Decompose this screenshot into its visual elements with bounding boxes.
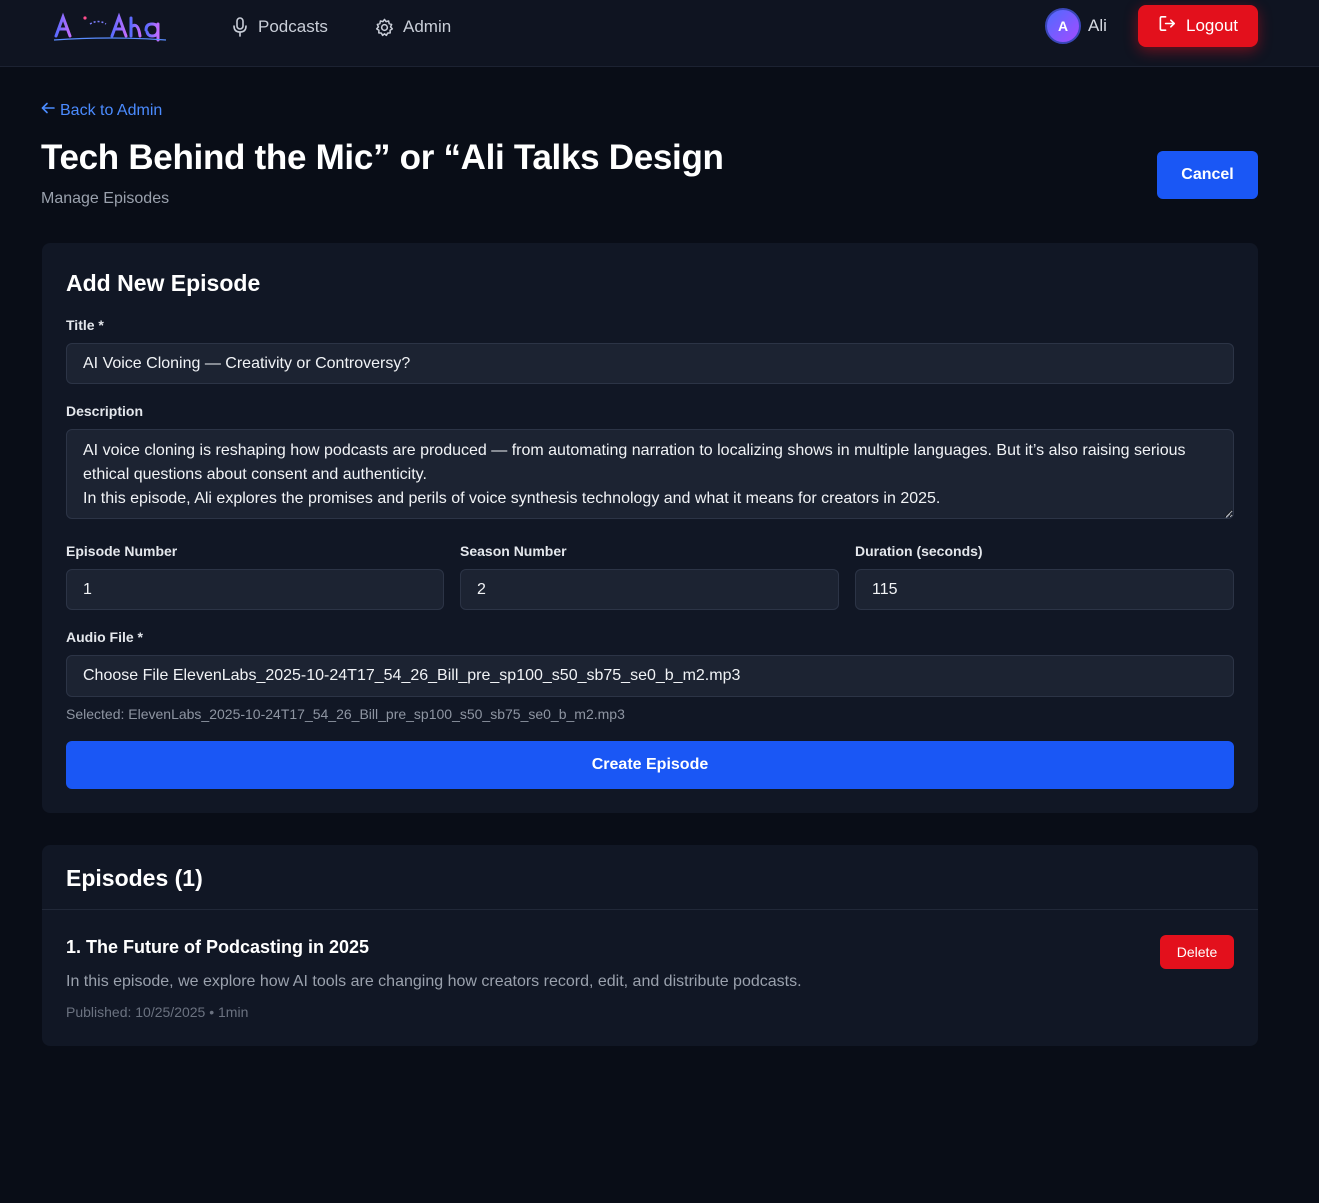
create-episode-button[interactable]: Create Episode xyxy=(66,741,1234,789)
microphone-icon xyxy=(231,17,249,37)
gear-icon xyxy=(375,18,394,37)
episode-number-input[interactable]: 1 xyxy=(66,569,444,610)
cancel-button[interactable]: Cancel xyxy=(1157,151,1258,199)
delete-episode-button[interactable]: Delete xyxy=(1160,935,1234,969)
audio-file-input[interactable]: Choose File ElevenLabs_2025-10-24T17_54_… xyxy=(66,655,1234,697)
back-link-label: Back to Admin xyxy=(60,101,163,119)
season-number-value: 2 xyxy=(477,580,486,598)
audio-file-label: Audio File * xyxy=(66,629,143,645)
arrow-left-icon xyxy=(41,101,55,120)
user-name: Ali xyxy=(1088,16,1107,35)
nav-label-podcasts: Podcasts xyxy=(258,17,328,36)
logout-button[interactable]: Logout xyxy=(1138,5,1258,47)
back-to-admin-link[interactable]: Back to Admin xyxy=(41,101,162,120)
duration-value: 115 xyxy=(872,580,898,598)
episode-number-value: 1 xyxy=(83,580,92,598)
logo[interactable] xyxy=(52,10,168,44)
top-navigation-bar: Podcasts Admin A Ali Logout xyxy=(0,0,1319,67)
nav-item-admin[interactable]: Admin xyxy=(375,15,451,39)
title-label: Title * xyxy=(66,317,104,333)
episode-title: 1. The Future of Podcasting in 2025 xyxy=(66,937,370,957)
episode-meta: Published: 10/25/2025 • 1min xyxy=(66,1004,249,1020)
episode-number-label: Episode Number xyxy=(66,543,178,559)
add-episode-panel: Add New Episode Title * AI Voice Cloning… xyxy=(42,243,1258,813)
season-number-label: Season Number xyxy=(460,543,567,559)
description-textarea[interactable]: AI voice cloning is reshaping how podcas… xyxy=(66,429,1234,519)
avatar[interactable]: A xyxy=(1045,8,1081,44)
title-input[interactable]: AI Voice Cloning — Creativity or Controv… xyxy=(66,343,1234,384)
duration-input[interactable]: 115 xyxy=(855,569,1234,610)
nav-label-admin: Admin xyxy=(403,17,452,36)
description-label: Description xyxy=(66,403,144,419)
duration-label: Duration (seconds) xyxy=(855,543,983,559)
episodes-panel: Episodes (1) 1. The Future of Podcasting… xyxy=(42,845,1258,1046)
season-number-input[interactable]: 2 xyxy=(460,569,839,610)
resize-handle-icon[interactable] xyxy=(1221,506,1231,518)
description-textarea-value: AI voice cloning is reshaping how podcas… xyxy=(83,442,1186,507)
page-subtitle: Manage Episodes xyxy=(41,190,170,207)
selected-file-note: Selected: ElevenLabs_2025-10-24T17_54_26… xyxy=(66,706,625,722)
add-episode-heading: Add New Episode xyxy=(66,270,261,296)
logout-label: Logout xyxy=(1186,16,1238,35)
audio-file-value: Choose File ElevenLabs_2025-10-24T17_54_… xyxy=(83,667,741,684)
page-title: Tech Behind the Mic” or “Ali Talks Desig… xyxy=(41,138,724,177)
title-input-value: AI Voice Cloning — Creativity or Controv… xyxy=(83,354,411,372)
episodes-heading: Episodes (1) xyxy=(66,865,203,891)
episode-description: In this episode, we explore how AI tools… xyxy=(66,973,802,990)
logout-icon xyxy=(1158,14,1177,38)
divider xyxy=(42,909,1258,910)
nav-item-podcasts[interactable]: Podcasts xyxy=(231,15,328,39)
